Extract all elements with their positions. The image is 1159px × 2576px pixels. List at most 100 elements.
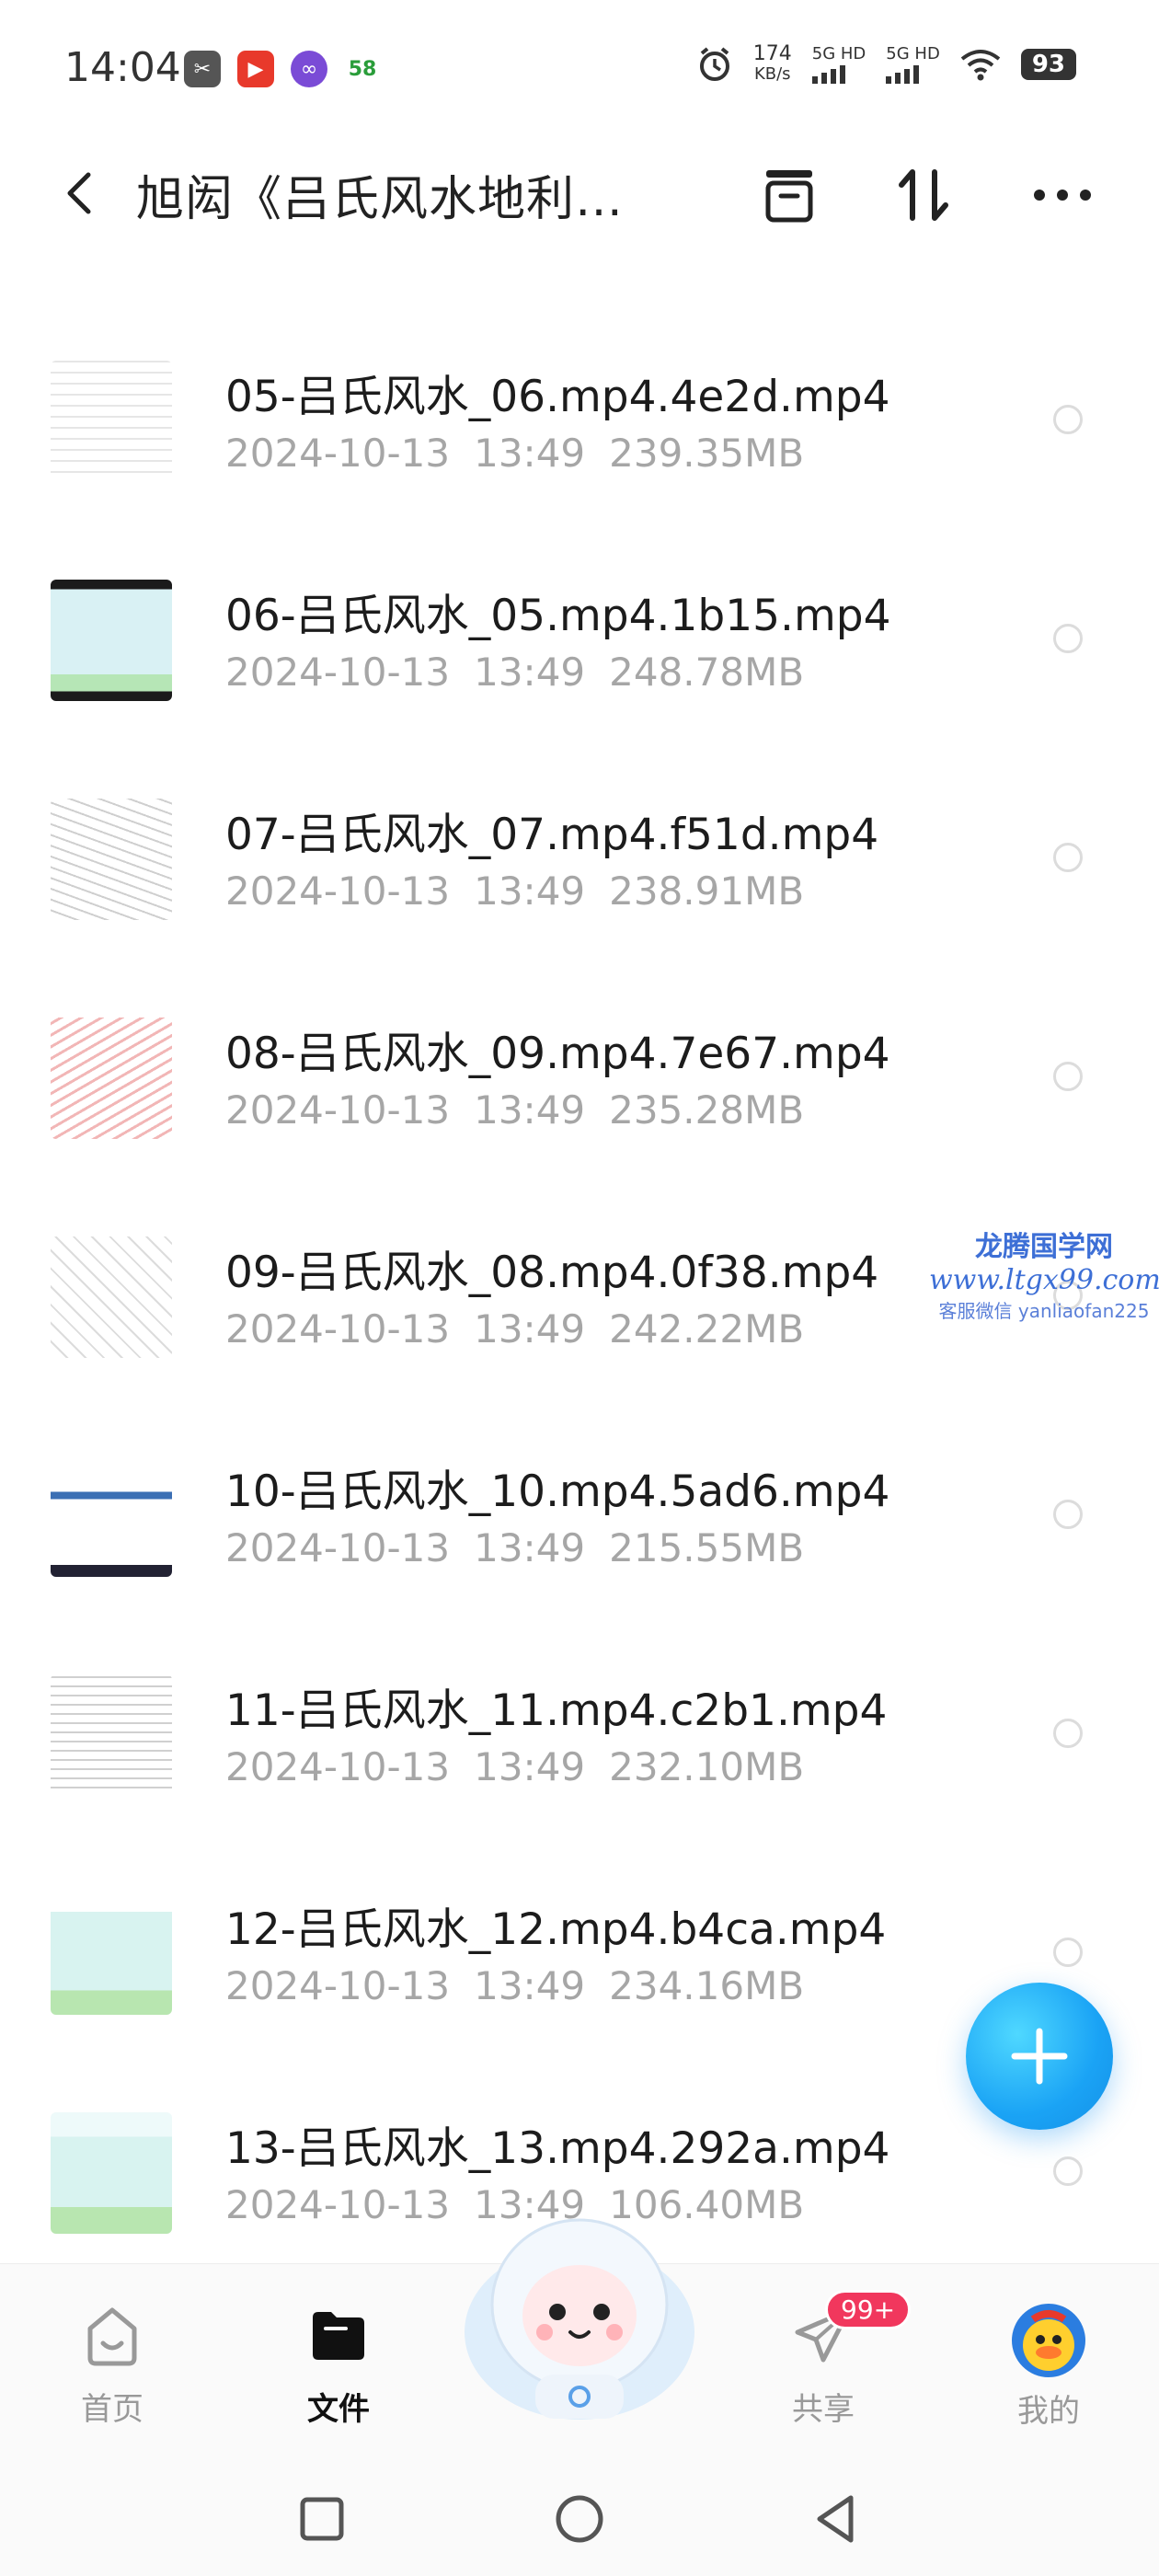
- folder-icon: [313, 2312, 364, 2360]
- file-date: 2024-10-13: [225, 1525, 451, 1570]
- file-time: 13:49: [474, 1087, 586, 1133]
- nav-home[interactable]: 首页: [48, 2301, 177, 2429]
- alarm-icon: [699, 47, 729, 81]
- add-button[interactable]: [966, 1983, 1113, 2130]
- file-date: 2024-10-13: [225, 2182, 451, 2227]
- file-meta: 2024-10-13 13:49 235.28MB: [225, 1087, 828, 1133]
- file-meta: 2024-10-13 13:49 239.35MB: [225, 431, 828, 476]
- avatar-duck-icon: [1012, 2304, 1085, 2377]
- nav-files[interactable]: 文件: [274, 2301, 403, 2429]
- back-button[interactable]: [55, 166, 110, 221]
- video-thumbnail: [51, 2112, 172, 2234]
- file-date: 2024-10-13: [225, 650, 451, 695]
- status-right: 174 KB/s 5G HD 5G HD 93: [696, 44, 1076, 85]
- file-name: 08-吕氏风水_09.mp4.7e67.mp4: [225, 1029, 890, 1079]
- select-radio[interactable]: [1053, 1938, 1083, 1967]
- watermark: 龙腾国学网 www.ltgx99.com 客服微信 yanliaofan225: [929, 1231, 1159, 1322]
- select-radio[interactable]: [1053, 1500, 1083, 1529]
- video-thumbnail: [51, 1018, 172, 1139]
- file-size: 238.91MB: [609, 868, 805, 914]
- select-radio[interactable]: [1053, 624, 1083, 653]
- file-date: 2024-10-13: [225, 868, 451, 914]
- file-name: 11-吕氏风水_11.mp4.c2b1.mp4: [225, 1685, 888, 1736]
- file-size: 234.16MB: [609, 1963, 805, 2008]
- signal-bars-icon: [811, 63, 845, 84]
- file-time: 13:49: [474, 1525, 586, 1570]
- nav-share[interactable]: 99+ 共享: [759, 2290, 912, 2429]
- file-name: 12-吕氏风水_12.mp4.b4ca.mp4: [225, 1904, 887, 1955]
- file-time: 13:49: [474, 1744, 586, 1789]
- file-date: 2024-10-13: [225, 1744, 451, 1789]
- file-row[interactable]: 11-吕氏风水_11.mp4.c2b1.mp4 2024-10-13 13:49 2…: [0, 1636, 1159, 1855]
- square-icon: [300, 2497, 344, 2541]
- more-button[interactable]: [1026, 158, 1099, 232]
- file-meta: 2024-10-13 13:49 248.78MB: [225, 650, 828, 695]
- triangle-back-icon: [817, 2495, 854, 2543]
- video-thumbnail: [51, 361, 172, 482]
- file-time: 13:49: [474, 1306, 586, 1351]
- file-time: 13:49: [474, 868, 586, 914]
- file-size: 239.35MB: [609, 431, 805, 476]
- sort-icon: [899, 169, 948, 221]
- file-date: 2024-10-13: [225, 1306, 451, 1351]
- video-thumbnail: [51, 1455, 172, 1577]
- back-icon: [67, 172, 91, 214]
- video-thumbnail: [51, 580, 172, 701]
- home-system-button[interactable]: [543, 2482, 616, 2556]
- video-thumbnail: [51, 1674, 172, 1796]
- file-time: 13:49: [474, 1963, 586, 2008]
- file-row[interactable]: 06-吕氏风水_05.mp4.1b15.mp4 2024-10-13 13:49 2…: [0, 541, 1159, 760]
- recents-button[interactable]: [285, 2482, 359, 2556]
- battery-indicator: 93: [1020, 49, 1076, 80]
- file-time: 13:49: [474, 650, 586, 695]
- circle-icon: [556, 2495, 603, 2543]
- sort-button[interactable]: [888, 158, 961, 232]
- select-radio[interactable]: [1053, 1062, 1083, 1091]
- select-radio[interactable]: [1053, 1719, 1083, 1748]
- file-size: 242.22MB: [609, 1306, 805, 1351]
- select-radio[interactable]: [1053, 2156, 1083, 2186]
- archive-icon: [765, 170, 813, 223]
- video-thumbnail: [51, 1236, 172, 1358]
- signal-bars-icon: [886, 63, 920, 84]
- file-name: 10-吕氏风水_10.mp4.5ad6.mp4: [225, 1466, 890, 1517]
- archive-button[interactable]: [752, 158, 826, 232]
- plus-icon: [1011, 2028, 1068, 2085]
- file-meta: 2024-10-13 13:49 232.10MB: [225, 1744, 828, 1789]
- system-nav-bar: [0, 2466, 1159, 2576]
- file-row[interactable]: 08-吕氏风水_09.mp4.7e67.mp4 2024-10-13 13:49 2…: [0, 979, 1159, 1198]
- infinity-app-icon: ∞: [291, 51, 327, 87]
- file-date: 2024-10-13: [225, 1087, 451, 1133]
- notification-icons: ✂ ▶ ∞ 58: [184, 51, 381, 87]
- back-system-button[interactable]: [798, 2482, 872, 2556]
- file-size: 215.55MB: [609, 1525, 805, 1570]
- network-speed: 174 KB/s: [752, 42, 792, 85]
- home-icon: [87, 2307, 137, 2366]
- file-date: 2024-10-13: [225, 1963, 451, 2008]
- file-name: 06-吕氏风水_05.mp4.1b15.mp4: [225, 591, 891, 641]
- file-row[interactable]: 10-吕氏风水_10.mp4.5ad6.mp4 2024-10-13 13:49 2…: [0, 1417, 1159, 1636]
- video-thumbnail: [51, 1893, 172, 2015]
- wifi-icon: [960, 50, 1001, 81]
- file-name: 09-吕氏风水_08.mp4.0f38.mp4: [225, 1248, 879, 1298]
- share-badge: 99+: [825, 2290, 912, 2329]
- assistant-mascot-button[interactable]: [460, 2194, 699, 2424]
- file-date: 2024-10-13: [225, 431, 451, 476]
- file-row[interactable]: 05-吕氏风水_06.mp4.4e2d.mp4 2024-10-13 13:49 2…: [0, 322, 1159, 541]
- sim2-signal: 5G HD: [886, 45, 940, 84]
- more-icon: [1034, 190, 1091, 201]
- video-app-icon: ▶: [237, 51, 274, 87]
- file-name: 13-吕氏风水_13.mp4.292a.mp4: [225, 2123, 890, 2174]
- scissors-app-icon: ✂: [184, 51, 221, 87]
- file-size: 235.28MB: [609, 1087, 805, 1133]
- file-row[interactable]: 07-吕氏风水_07.mp4.f51d.mp4 2024-10-13 13:49 2…: [0, 760, 1159, 979]
- select-radio[interactable]: [1053, 843, 1083, 872]
- nav-mine[interactable]: 我的: [984, 2301, 1113, 2431]
- file-name: 07-吕氏风水_07.mp4.f51d.mp4: [225, 810, 879, 860]
- sim1-signal: 5G HD: [811, 45, 866, 84]
- astronaut-mascot-icon: [465, 2218, 694, 2420]
- page-title: 旭闳《吕氏风水地利…: [136, 172, 625, 227]
- select-radio[interactable]: [1053, 405, 1083, 434]
- file-meta: 2024-10-13 13:49 234.16MB: [225, 1963, 828, 2008]
- status-bar: 14:04 ✂ ▶ ∞ 58 174 KB/s 5G HD 5G HD 93: [0, 0, 1159, 138]
